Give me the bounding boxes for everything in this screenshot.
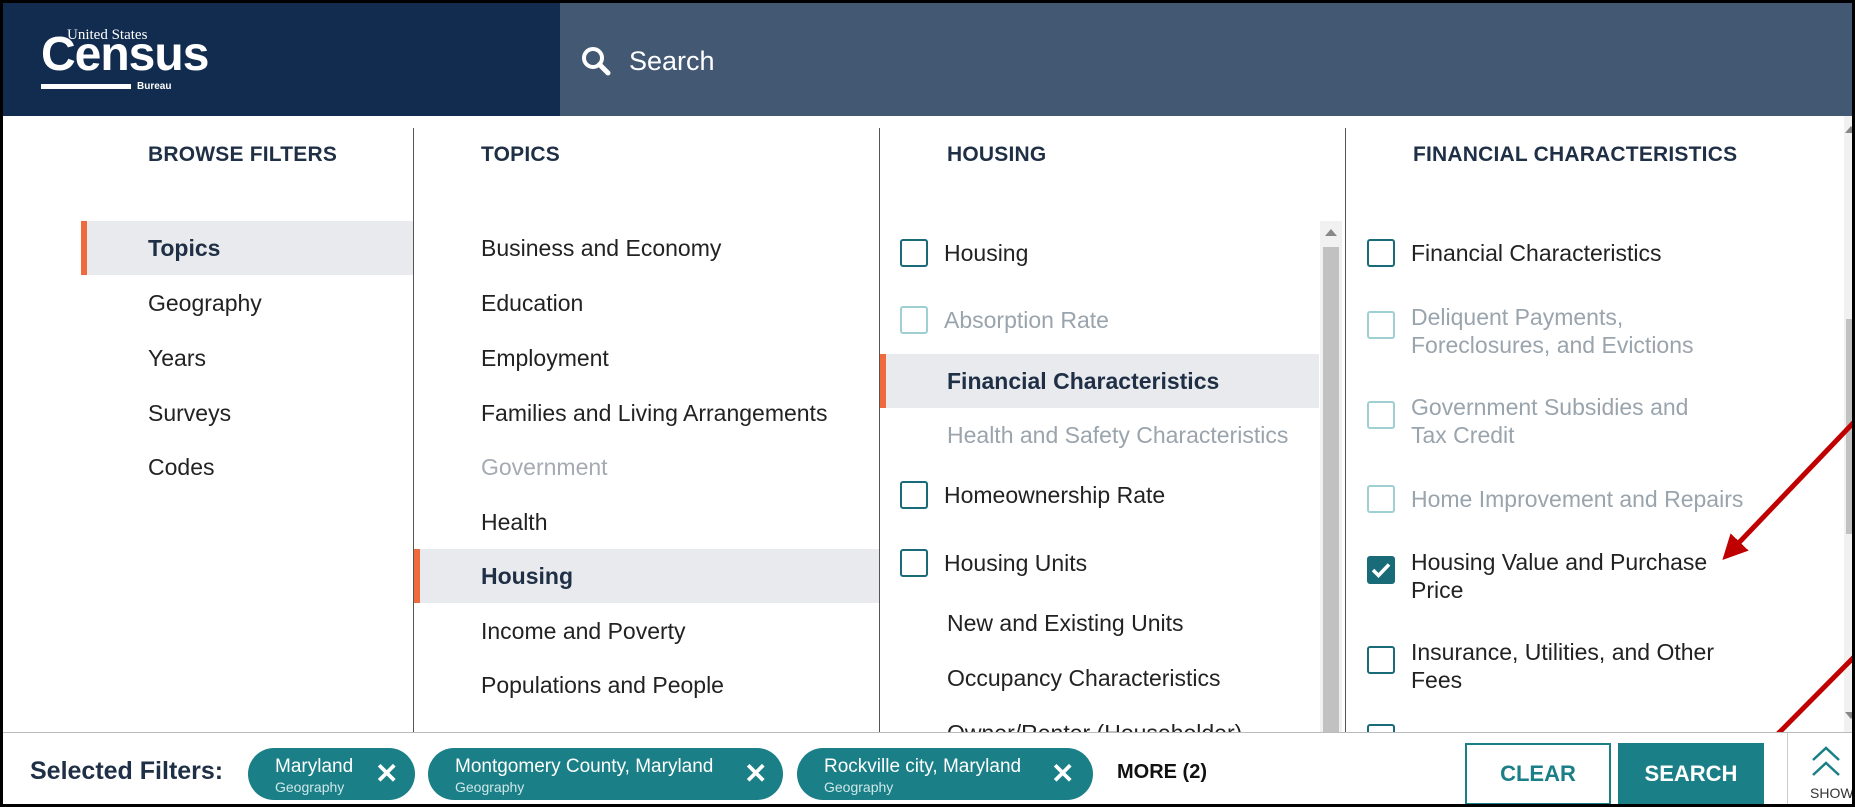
show-toggle[interactable]: SHOW — [1787, 733, 1854, 804]
clear-button[interactable]: CLEAR — [1465, 743, 1611, 804]
chip-type: Geography — [824, 779, 894, 795]
chip-name: Montgomery County, Maryland — [455, 756, 714, 777]
filter-chip-rockville-city[interactable]: Rockville city, Maryland Geography ✕ — [797, 748, 1093, 800]
annotation-arrows — [1722, 420, 1852, 770]
search-button[interactable]: SEARCH — [1618, 743, 1764, 804]
more-filters-link[interactable]: MORE (2) — [1117, 761, 1207, 784]
app-frame: United States Census Bureau Search BROWS… — [0, 0, 1855, 807]
chevron-double-up-icon — [1812, 746, 1840, 776]
chip-name: Maryland — [275, 756, 354, 777]
close-icon[interactable]: ✕ — [744, 760, 767, 788]
selected-filters-bar: Selected Filters: Maryland Geography ✕ M… — [3, 732, 1854, 804]
close-icon[interactable]: ✕ — [375, 760, 398, 788]
annotation-arrow — [1722, 420, 1852, 561]
chip-type: Geography — [455, 779, 525, 795]
show-label: SHOW — [1810, 785, 1854, 801]
chip-type: Geography — [275, 779, 345, 795]
close-icon[interactable]: ✕ — [1051, 760, 1074, 788]
selected-filters-label: Selected Filters: — [30, 757, 224, 785]
filter-chip-maryland[interactable]: Maryland Geography ✕ — [248, 748, 415, 800]
filter-chip-montgomery-county[interactable]: Montgomery County, Maryland Geography ✕ — [428, 748, 783, 800]
chip-name: Rockville city, Maryland — [824, 756, 1022, 777]
